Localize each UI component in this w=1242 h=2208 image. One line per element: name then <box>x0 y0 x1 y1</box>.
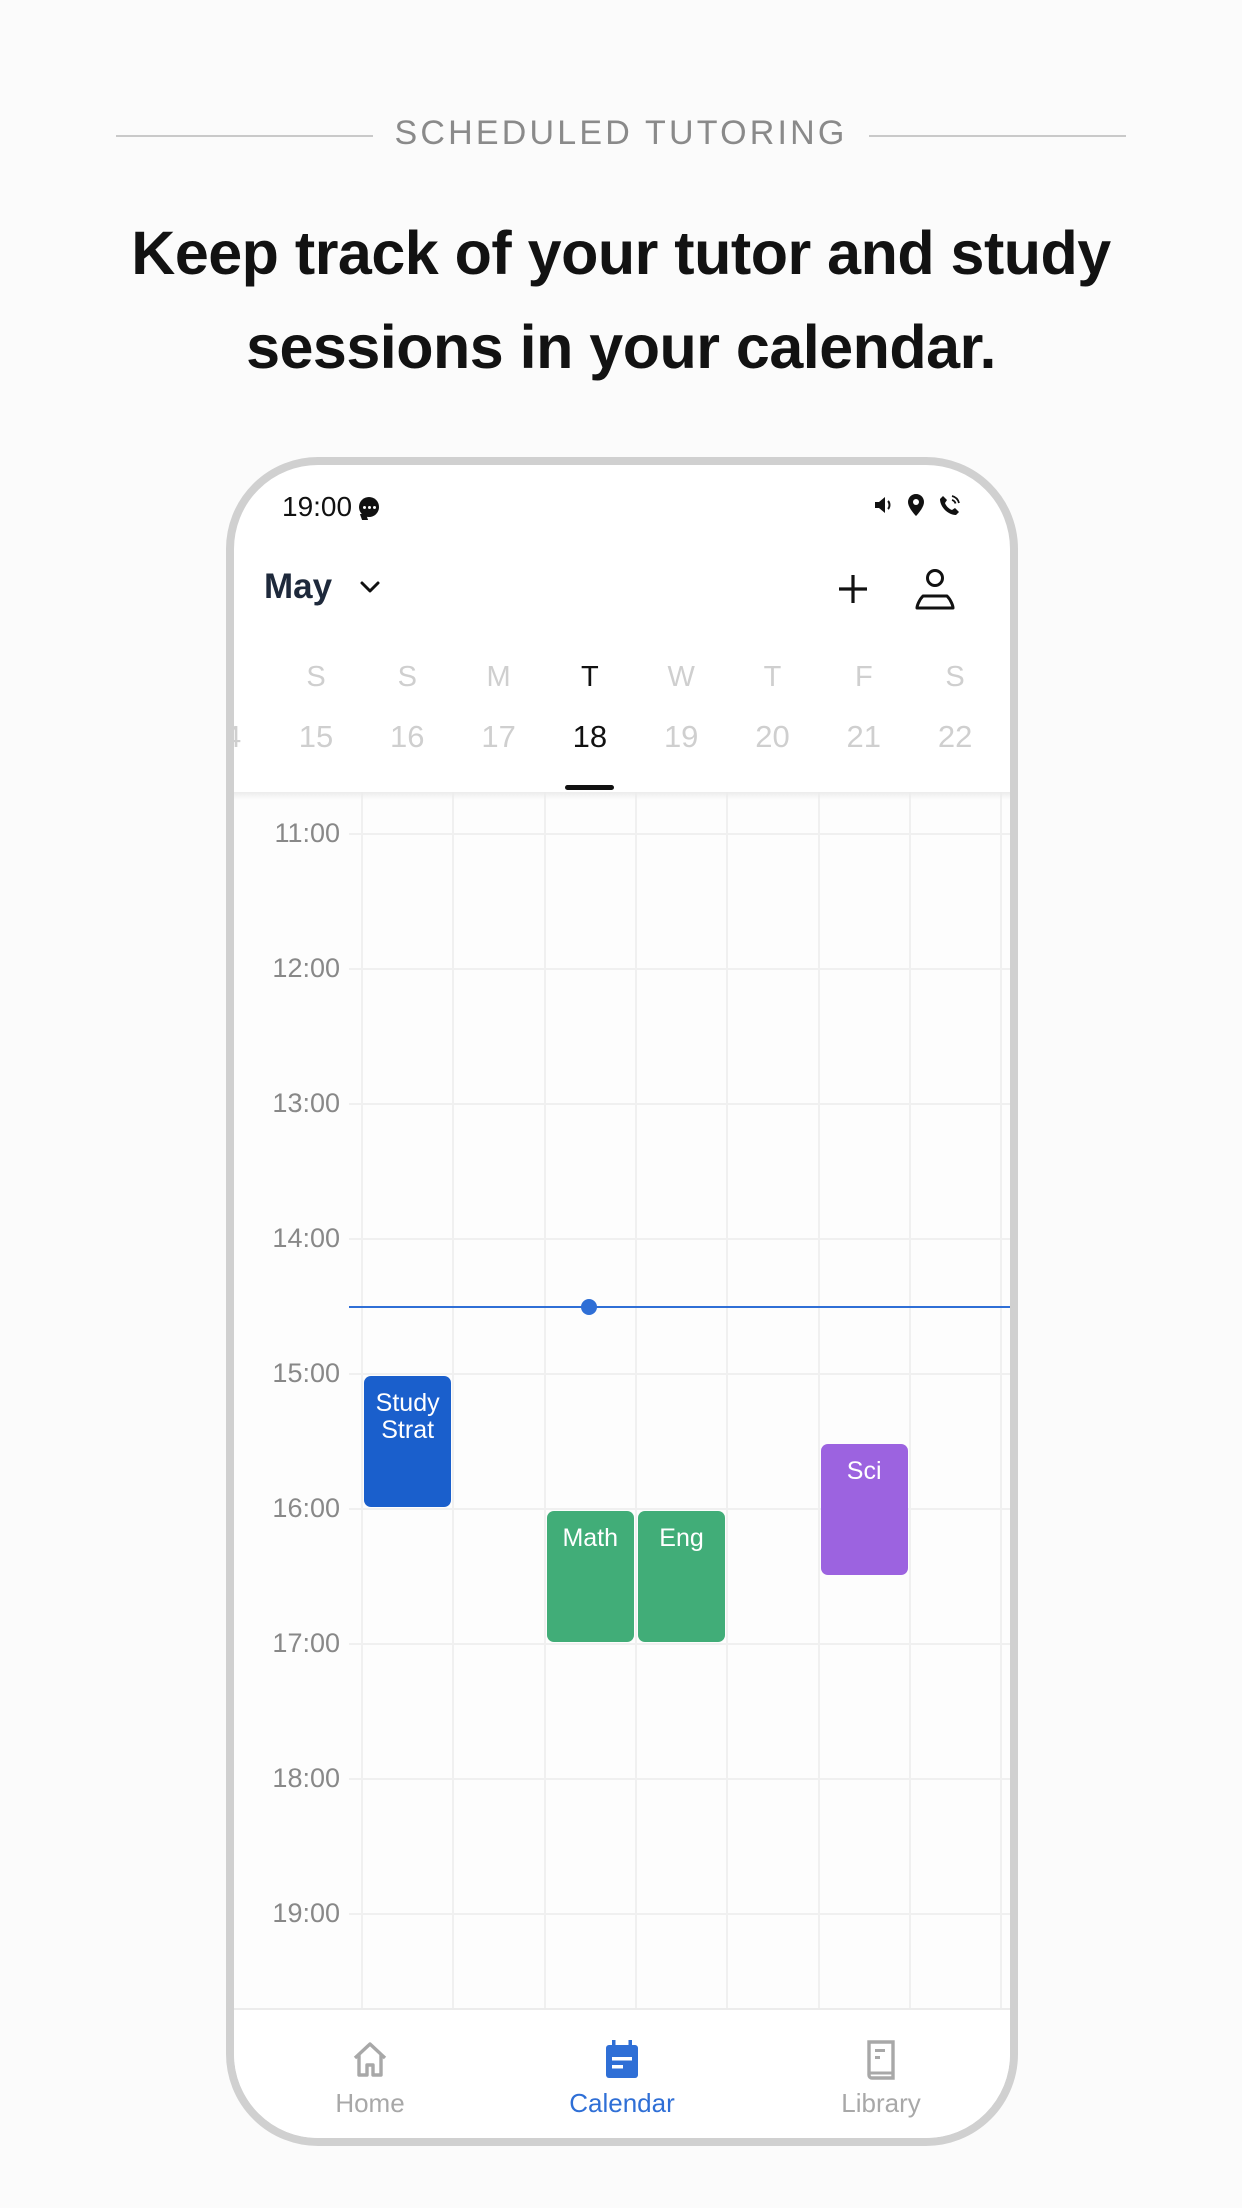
day-date[interactable]: 20 <box>743 719 803 755</box>
status-icons <box>872 493 962 517</box>
day-letter: M <box>486 661 511 693</box>
plus-icon <box>839 575 867 603</box>
day-date[interactable]: 21 <box>834 719 894 755</box>
nav-item-library[interactable]: Library <box>781 2010 981 2138</box>
hour-line <box>349 1508 1010 1510</box>
person-icon <box>915 569 955 610</box>
grid-column-line <box>543 792 546 2008</box>
event-title: Eng <box>659 1524 704 1552</box>
calendar-icon <box>602 2038 642 2082</box>
day-letter: T <box>763 661 782 693</box>
home-icon <box>350 2038 390 2082</box>
hour-line <box>349 1373 1010 1375</box>
book-icon <box>861 2038 901 2082</box>
promo-headline: Keep track of your tutor and study sessi… <box>0 206 1242 394</box>
grid-column-line <box>908 792 911 2008</box>
day-date[interactable]: 15 <box>286 719 346 755</box>
partial-prev-date[interactable]: 14 <box>234 719 254 755</box>
nav-item-home[interactable]: Home <box>270 2010 470 2138</box>
hour-label: 19:00 <box>272 1898 340 1928</box>
event-study-strat[interactable]: Study Strat <box>364 1376 452 1507</box>
profile-button[interactable] <box>911 565 959 613</box>
month-selector[interactable]: May <box>264 567 332 607</box>
event-math[interactable]: Math <box>546 1511 634 1642</box>
day-letter: S <box>397 661 417 693</box>
eyebrow-divider-right <box>869 135 1126 137</box>
nav-label: Home <box>335 2088 405 2118</box>
phone-call-icon <box>940 495 960 515</box>
hour-label: 12:00 <box>272 953 340 983</box>
day-letter: S <box>945 661 965 693</box>
add-event-button[interactable] <box>829 565 877 613</box>
volume-icon <box>875 497 891 513</box>
nav-label: Library <box>841 2088 921 2118</box>
grid-column-line <box>634 792 637 2008</box>
event-sci[interactable]: Sci <box>820 1443 908 1575</box>
hour-label: 17:00 <box>272 1628 340 1658</box>
event-title: Math <box>562 1524 619 1552</box>
hour-label: 13:00 <box>272 1088 340 1118</box>
bottom-navigation: Home Calendar Library <box>234 2008 1010 2138</box>
hour-line <box>349 1238 1010 1240</box>
day-date[interactable]: 16 <box>377 719 437 755</box>
day-letter: S <box>306 661 326 693</box>
hour-line <box>349 1103 1010 1105</box>
hour-label: 14:00 <box>272 1223 340 1253</box>
grid-column-line <box>1000 792 1003 2008</box>
hour-label: 11:00 <box>274 818 340 848</box>
status-time: 19:00 <box>282 491 353 522</box>
current-time-dot <box>581 1298 598 1315</box>
eyebrow-label: SCHEDULED TUTORING <box>394 114 848 152</box>
grid-column-line <box>817 792 820 2008</box>
hour-label: 15:00 <box>272 1358 340 1388</box>
day-date[interactable]: 18 <box>560 719 620 755</box>
hour-line <box>349 833 1010 835</box>
grid-column-line <box>726 792 729 2008</box>
day-letter: W <box>667 661 695 693</box>
nav-label: Calendar <box>569 2088 675 2118</box>
day-date[interactable]: 19 <box>651 719 711 755</box>
header-shadow <box>234 792 1010 800</box>
day-date[interactable]: 17 <box>469 719 529 755</box>
hour-line <box>349 1643 1010 1645</box>
event-eng[interactable]: Eng <box>637 1511 726 1642</box>
hour-label: 16:00 <box>272 1493 340 1523</box>
event-title: Study Strat <box>375 1389 440 1444</box>
grid-column-line <box>452 792 455 2008</box>
phone-frame: 19:00 May 14 S 15 S 16 M 17 T 18 W 19 T 20 F 21 S 22 <box>226 457 1018 2146</box>
chat-bubble-icon <box>359 497 379 517</box>
day-letter: F <box>854 661 873 693</box>
day-date[interactable]: 22 <box>925 719 985 755</box>
hour-line <box>349 1778 1010 1780</box>
event-title: Sci <box>846 1456 882 1485</box>
headline-line-2: sessions in your calendar. <box>246 313 996 381</box>
nav-item-calendar[interactable]: Calendar <box>522 2010 722 2138</box>
headline-line-1: Keep track of your tutor and study <box>131 219 1111 287</box>
current-time-line <box>349 1305 1010 1308</box>
hour-line <box>349 1913 1010 1915</box>
hour-label: 18:00 <box>272 1763 340 1793</box>
grid-column-line <box>361 792 363 2008</box>
hour-line <box>349 968 1010 970</box>
chevron-down-icon[interactable] <box>356 573 384 601</box>
selected-day-indicator <box>565 785 614 790</box>
calendar-timeline[interactable]: 11:00 12:00 13:00 14:00 15:00 16:00 17:00 18:00… <box>234 792 1010 2008</box>
location-pin-icon <box>908 494 924 516</box>
day-letter: T <box>581 661 599 693</box>
